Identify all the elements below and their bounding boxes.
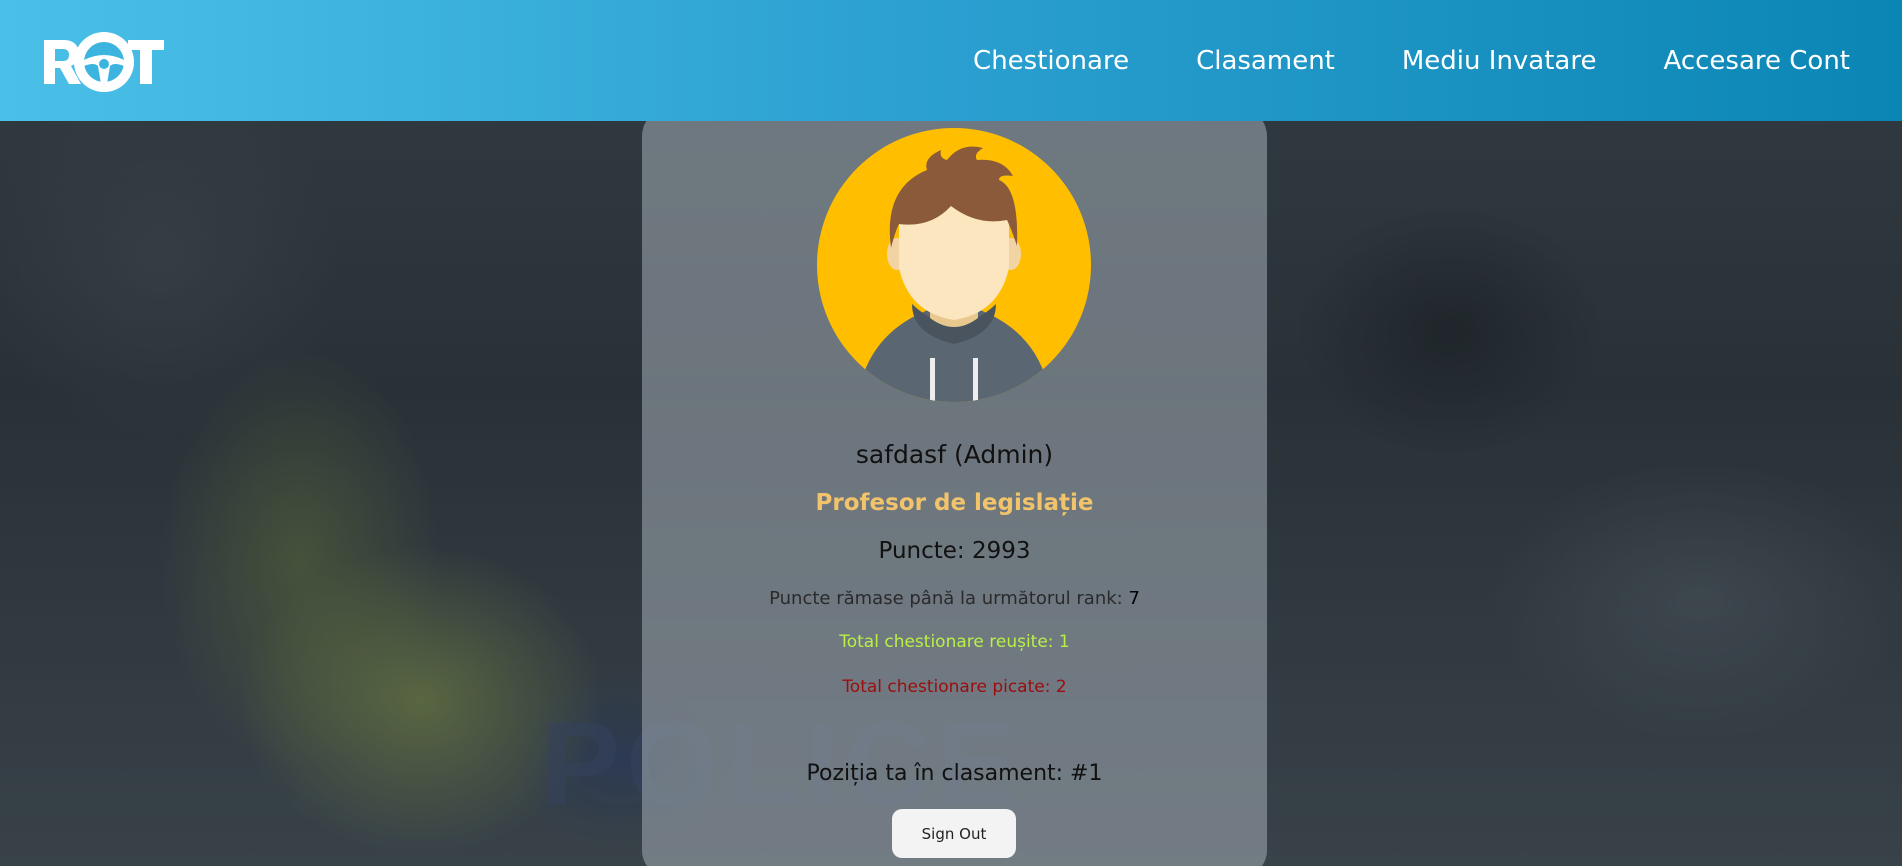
points-to-next-rank: Puncte rămase până la următorul rank: 7	[642, 588, 1267, 609]
nav-clasament[interactable]: Clasament	[1196, 46, 1335, 76]
profile-rank-title: Profesor de legislație	[815, 490, 1094, 516]
quizzes-passed: Total chestionare reușite: 1	[839, 632, 1070, 652]
user-avatar-icon	[817, 128, 1091, 402]
profile-username: safdasf (Admin)	[855, 440, 1054, 469]
leaderboard-position: Poziția ta în clasament: #1	[806, 761, 1103, 786]
steering-wheel-logo-icon	[44, 32, 164, 92]
top-navbar: Chestionare Clasament Mediu Invatare Acc…	[0, 0, 1902, 121]
quizzes-failed: Total chestionare picate: 2	[842, 677, 1067, 697]
points-to-next-rank-label: Puncte rămase până la următorul rank:	[769, 588, 1129, 609]
sign-out-button[interactable]: Sign Out	[892, 809, 1016, 858]
nav-chestionare[interactable]: Chestionare	[973, 46, 1129, 76]
nav-accesare-cont[interactable]: Accesare Cont	[1663, 46, 1850, 76]
avatar	[817, 128, 1091, 402]
main-nav: Chestionare Clasament Mediu Invatare Acc…	[973, 0, 1850, 121]
profile-points: Puncte: 2993	[878, 538, 1031, 564]
profile-card: safdasf (Admin) Profesor de legislație P…	[642, 108, 1267, 866]
points-to-next-rank-value: 7	[1128, 588, 1140, 609]
nav-mediu-invatare[interactable]: Mediu Invatare	[1402, 46, 1597, 76]
logo[interactable]	[42, 26, 166, 98]
